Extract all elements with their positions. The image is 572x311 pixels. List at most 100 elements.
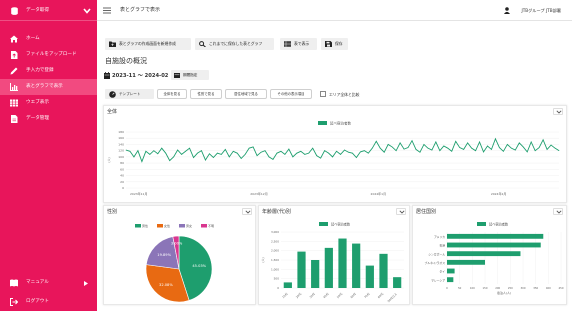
x-tick-label: 2023年11月 (130, 191, 147, 196)
data-point (455, 140, 457, 142)
data-point (205, 159, 206, 161)
data-point (125, 149, 127, 151)
card-menu-button[interactable] (553, 208, 563, 215)
data-point (312, 147, 314, 149)
pie-chart: 男性 女性 男女 不明 45.03% 32.08% 19.89% 3.00% (135, 223, 214, 303)
data-point (367, 152, 369, 154)
data-point (514, 149, 516, 151)
chevron-down-icon[interactable] (83, 8, 91, 14)
data-point (260, 151, 262, 153)
sidebar-item-upload[interactable]: ファイルをアップロード (0, 47, 97, 63)
data-point (280, 150, 282, 152)
data-point (161, 147, 163, 149)
data-point (308, 152, 310, 154)
sidebar-item-label: ファイルをアップロード (26, 52, 77, 57)
bar (338, 238, 347, 288)
x-tick-label: 100 (470, 286, 475, 290)
data-point (149, 154, 151, 155)
card-menu-button[interactable] (396, 208, 406, 215)
filter-pill[interactable]: 性別で見る (190, 89, 222, 99)
data-point (193, 157, 194, 158)
legend-swatch (157, 224, 163, 228)
series-line (125, 137, 560, 163)
data-point (304, 154, 306, 155)
y-tick-label: 2,000 (271, 249, 279, 253)
chevron-down-icon (399, 210, 405, 214)
compare-checkbox[interactable] (320, 91, 326, 97)
sidebar-item-web-view[interactable]: ウエブ表示 (0, 95, 97, 111)
period-button[interactable]: 期間指定 (171, 70, 209, 80)
sidebar-item-charts[interactable]: 表とグラフで表示 (0, 79, 97, 95)
filter-pill[interactable]: 全体を見る (157, 89, 187, 99)
sidebar-item-label: ウエブ表示 (26, 100, 49, 105)
pencil-icon (10, 67, 18, 75)
home-icon (10, 35, 18, 43)
x-tick-label: 200 (495, 286, 500, 290)
x-tick-label: 150 (483, 286, 488, 290)
card-title: 全体 (107, 109, 118, 115)
template-button[interactable]: テンプレート (105, 89, 154, 99)
data-point (415, 149, 417, 150)
legend-swatch (477, 222, 486, 226)
data-point (173, 156, 175, 158)
sidebar-header[interactable]: データ取得 (0, 0, 97, 21)
data-point (165, 152, 167, 154)
sidebar-item-manual-entry[interactable]: 手入力で登録 (0, 63, 97, 79)
data-point (463, 149, 465, 150)
data-point (399, 142, 401, 144)
page-title: 表とグラフで表示 (120, 7, 161, 13)
file-icon (11, 115, 18, 123)
sidebar-item-home[interactable]: ホーム (0, 31, 97, 47)
bar (379, 253, 388, 288)
grid-icon (10, 99, 18, 107)
data-point (356, 157, 357, 158)
card-menu-button[interactable] (553, 108, 563, 115)
data-point (177, 149, 178, 151)
sidebar-item-data-management[interactable]: データ管理 (0, 111, 97, 127)
data-point (248, 147, 250, 149)
data-point (483, 151, 484, 153)
user-icon[interactable] (504, 7, 510, 14)
x-tick-label: 50代 (336, 292, 343, 299)
x-tick-label: 2023年12月 (250, 191, 267, 196)
data-point (220, 154, 222, 155)
x-tick-label: 70代 (363, 292, 370, 299)
age-bar-chart: 延べ宿泊者数 0 500 1,000 1,500 2,000 2,500 3,000 (人) 10… (261, 222, 404, 303)
sidebar-item-label: ホーム (26, 36, 40, 41)
y-tick-label: ブルネイ/ラオス (424, 261, 445, 265)
x-tick-label: 90代以上 (387, 292, 398, 303)
x-tick-label: 10代 (281, 292, 288, 299)
sidebar-item-label: 手入力で登録 (26, 68, 54, 73)
data-point (530, 141, 532, 143)
data-point (201, 150, 202, 152)
user-name[interactable]: JTBグループ JTB部署 (521, 0, 561, 21)
saved-charts-button[interactable]: これまでに保存した表とグラフ (195, 38, 274, 50)
data-point (320, 157, 322, 159)
x-tick-label: 2024年2月 (491, 191, 507, 196)
table-view-button[interactable]: 表で表示 (280, 38, 317, 50)
y-tick-label: 120 (118, 149, 124, 153)
x-tick-label: 400 (546, 286, 551, 290)
legend-swatch (318, 121, 327, 125)
hamburger-icon[interactable] (103, 7, 111, 14)
filter-pill[interactable]: その他の表示項目 (270, 89, 312, 99)
new-chart-button[interactable]: 表とグラフの作成画面を新規作成 (105, 38, 191, 50)
x-tick-label: 40代 (322, 292, 329, 299)
data-point (348, 151, 349, 153)
sidebar-item-logout[interactable]: ログアウト (0, 294, 97, 310)
save-button[interactable]: 保存 (321, 38, 348, 50)
data-point (387, 144, 389, 145)
data-point (435, 141, 437, 143)
sidebar-item-manual[interactable]: マニュアル (0, 275, 97, 291)
legend-label: 男性 (142, 223, 148, 228)
data-point (209, 153, 210, 155)
filter-pill[interactable]: 居住地域で見る (225, 89, 267, 99)
bar (393, 277, 402, 288)
data-point (550, 144, 552, 146)
data-point (129, 150, 131, 152)
compare-label: エリア全体と比較 (329, 91, 360, 97)
data-point (336, 150, 337, 152)
data-point (423, 144, 425, 145)
dashboard-icon (109, 90, 116, 98)
card-menu-button[interactable] (242, 208, 252, 215)
